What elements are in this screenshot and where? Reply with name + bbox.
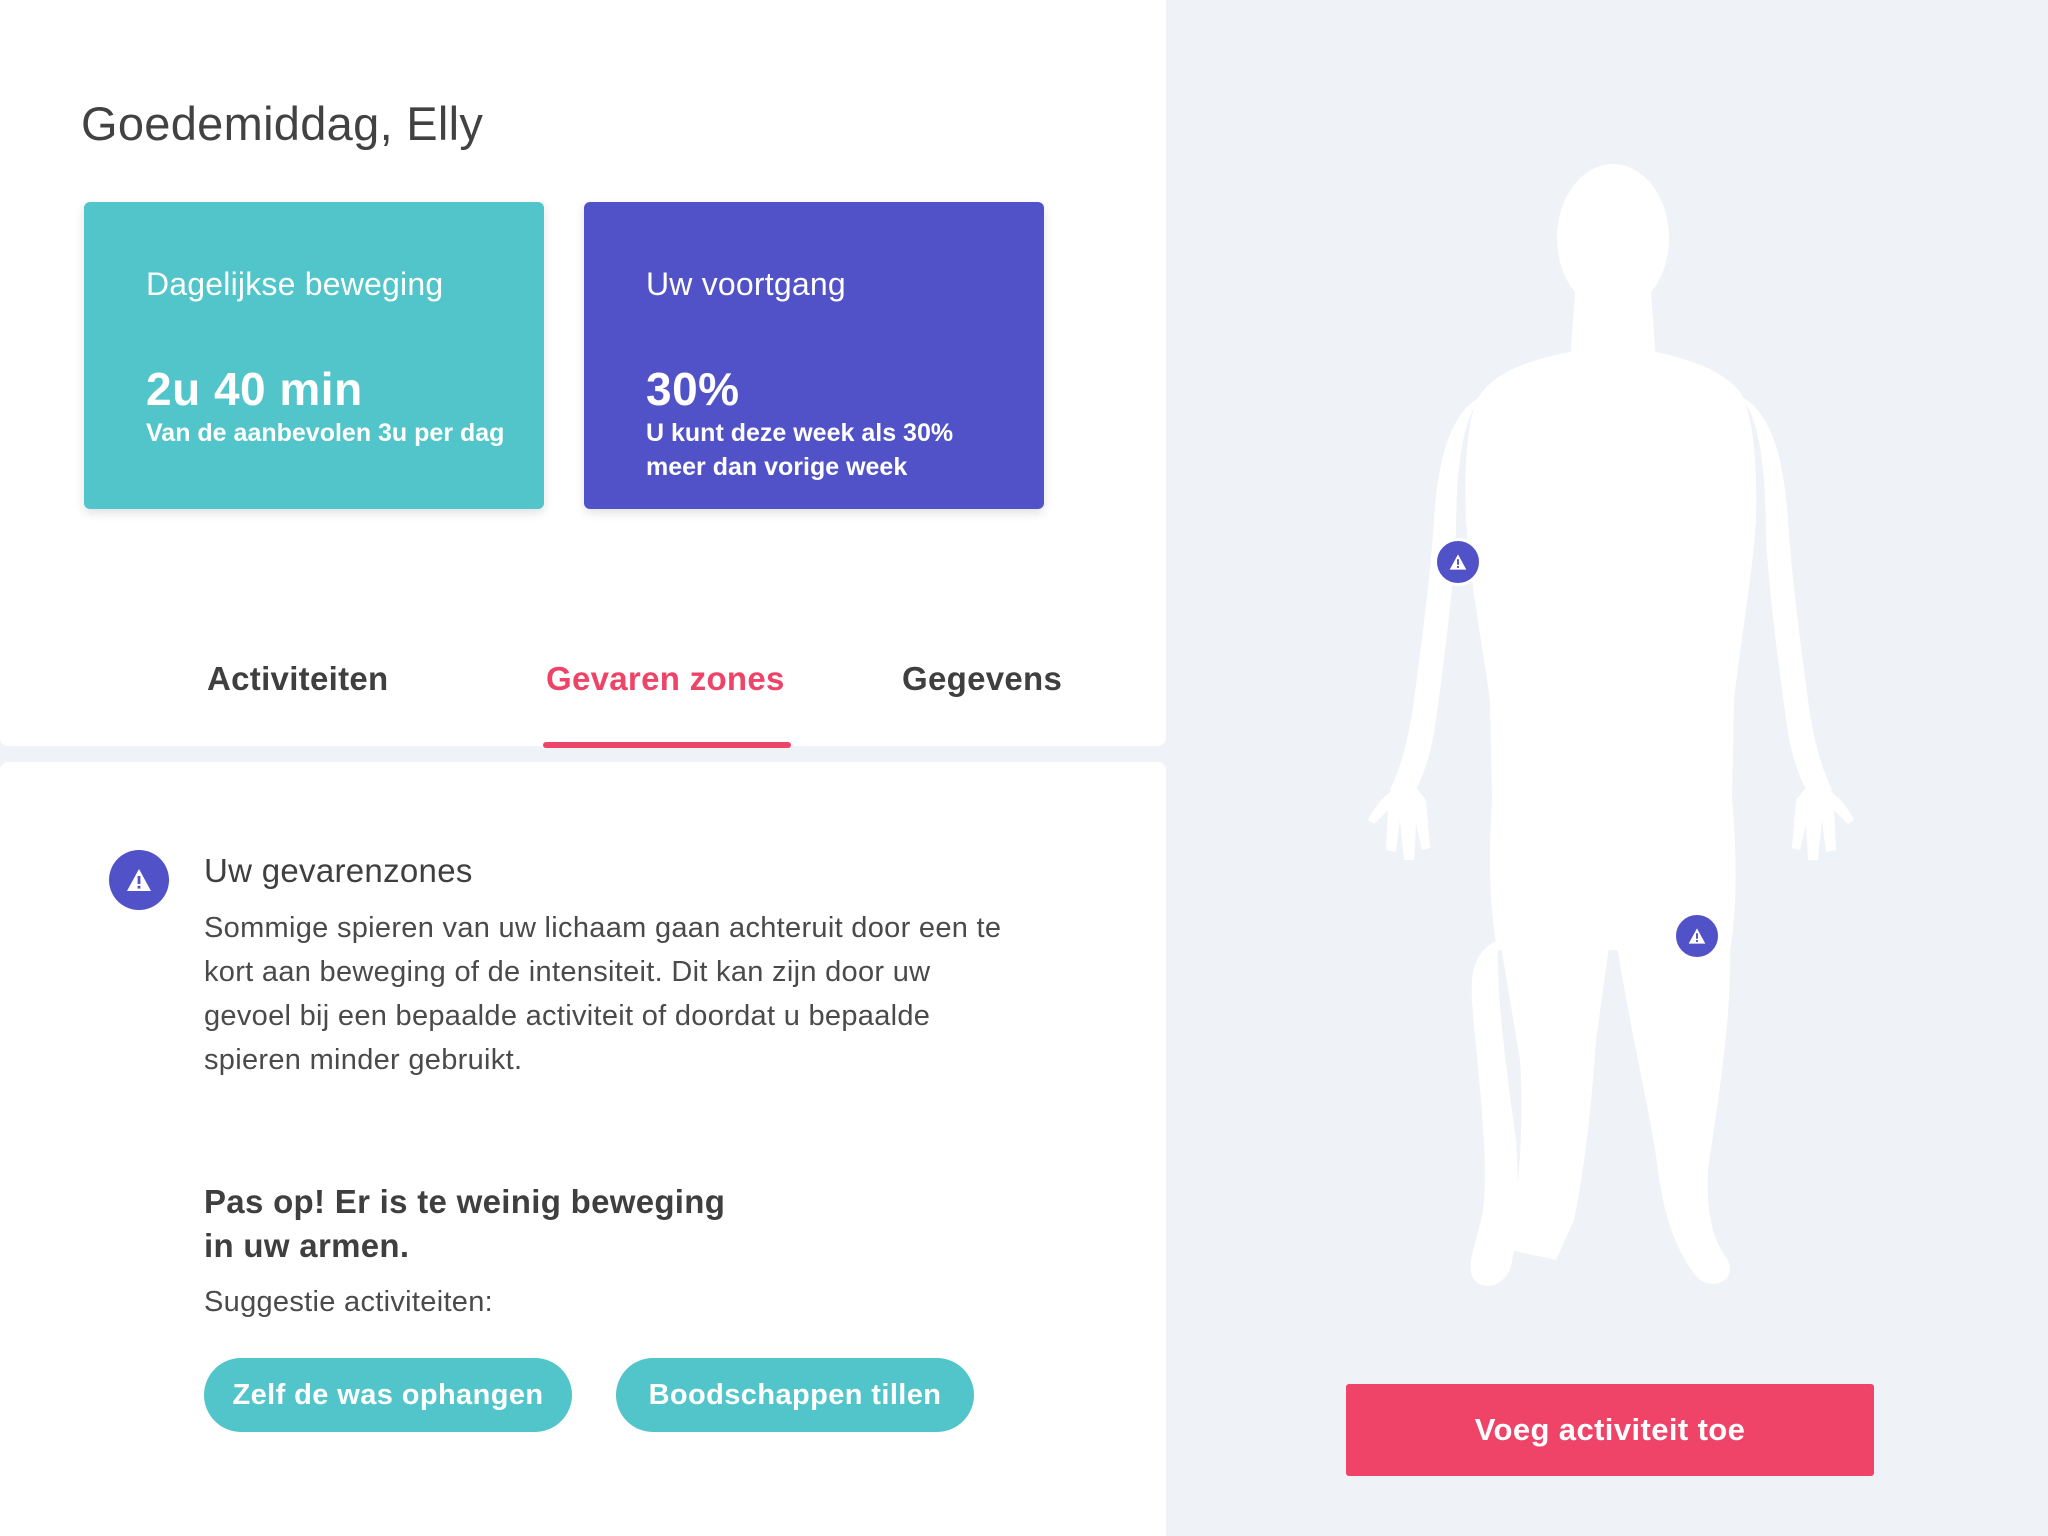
card-subtitle: Van de aanbevolen 3u per dag [146, 419, 505, 447]
danger-zones-description: Sommige spieren van uw lichaam gaan acht… [204, 912, 1002, 1076]
overview-panel: Goedemiddag, Elly Dagelijkse beweging 2u… [0, 0, 1166, 748]
warning-triangle-icon [1688, 928, 1706, 944]
card-title: Dagelijkse beweging [146, 266, 444, 302]
suggestion-groceries-button[interactable]: Boodschappen tillen [616, 1358, 974, 1432]
suggestions-label: Suggestie activiteiten: [204, 1286, 494, 1318]
progress-card[interactable]: Uw voortgang 30% U kunt deze week als 30… [584, 202, 1044, 509]
card-title: Uw voortgang [646, 266, 846, 302]
danger-zones-panel: Uw gevarenzones Sommige spieren van uw l… [0, 762, 1166, 1536]
tab-bar: Activiteiten Gevaren zones Gegevens [0, 660, 1166, 748]
alert-message: Pas op! Er is te weinig beweging in uw a… [204, 1183, 726, 1264]
knee-warning-marker[interactable] [1673, 912, 1721, 960]
daily-movement-card[interactable]: Dagelijkse beweging 2u 40 min Van de aan… [84, 202, 544, 509]
warning-triangle-icon [1449, 554, 1467, 570]
suggestion-laundry-button[interactable]: Zelf de was ophangen [204, 1358, 572, 1432]
tab-data[interactable]: Gegevens [902, 660, 1062, 698]
add-activity-button[interactable]: Voeg activiteit toe [1346, 1384, 1874, 1476]
app-screen: Goedemiddag, Elly Dagelijkse beweging 2u… [0, 0, 2048, 1536]
card-subtitle: U kunt deze week als 30% meer dan vorige… [646, 419, 954, 481]
tab-danger-zones[interactable]: Gevaren zones [546, 660, 785, 698]
danger-zones-title: Uw gevarenzones [204, 852, 473, 889]
human-body-silhouette[interactable] [1360, 160, 1860, 1290]
warning-triangle-icon [109, 850, 169, 910]
arm-warning-marker[interactable] [1434, 538, 1482, 586]
active-tab-indicator [543, 742, 791, 748]
greeting-title: Goedemiddag, Elly [81, 97, 484, 150]
tab-activities[interactable]: Activiteiten [207, 660, 388, 698]
card-value: 30% [646, 363, 740, 415]
card-value: 2u 40 min [146, 363, 363, 415]
